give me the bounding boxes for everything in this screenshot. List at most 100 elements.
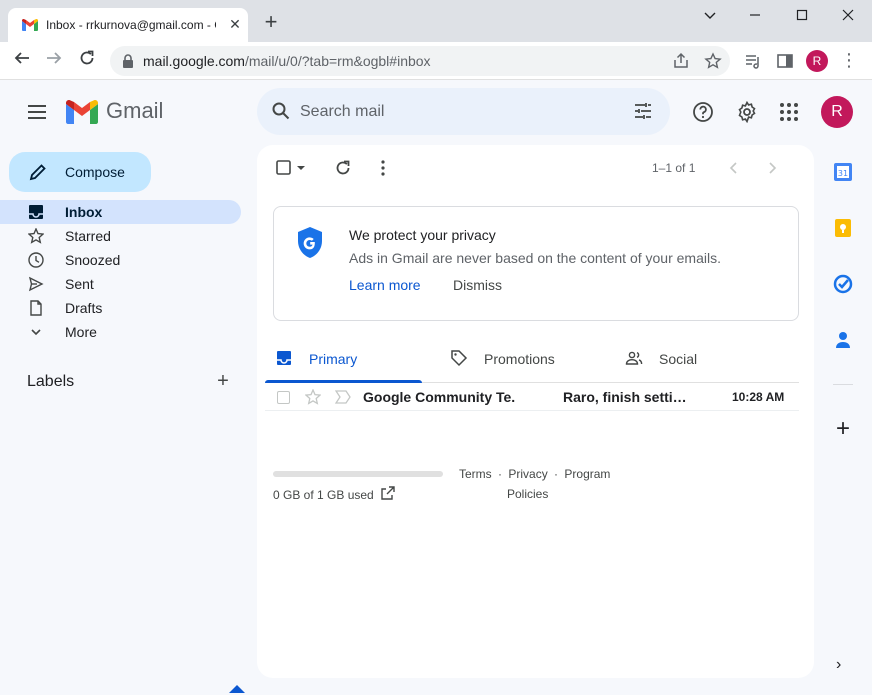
rail-divider (833, 384, 853, 385)
keep-icon[interactable] (833, 218, 853, 238)
url-text[interactable]: mail.google.com/mail/u/0/?tab=rm&ogbl#in… (143, 53, 431, 69)
footer-links: Terms · Privacy · Program (459, 467, 613, 481)
tasks-icon[interactable] (833, 274, 853, 294)
privacy-notice-card: We protect your privacy Ads in Gmail are… (273, 206, 799, 321)
sidebar-item-label: More (65, 324, 97, 340)
table-row[interactable]: Google Community Te. Raro, finish setti…… (265, 383, 799, 411)
star-icon[interactable] (305, 389, 321, 405)
bookmark-star-icon[interactable] (704, 52, 722, 70)
reading-list-icon[interactable] (744, 52, 762, 70)
storage-usage-bar (273, 471, 443, 477)
draft-icon (30, 300, 42, 316)
gmail-wordmark[interactable]: Gmail (106, 98, 163, 124)
open-external-icon[interactable] (381, 486, 395, 500)
sidebar-item-snoozed[interactable]: Snoozed (0, 248, 241, 272)
settings-gear-icon[interactable] (736, 101, 758, 123)
share-icon[interactable] (672, 52, 690, 70)
refresh-icon[interactable] (333, 158, 353, 178)
next-page-icon[interactable] (762, 158, 782, 178)
sidebar-item-label: Inbox (65, 204, 103, 220)
compose-button[interactable]: Compose (9, 152, 151, 192)
program-policies-link[interactable]: Program (564, 467, 610, 481)
scroll-marker-icon (229, 685, 245, 693)
privacy-title: We protect your privacy (349, 227, 496, 243)
select-all-checkbox[interactable] (275, 158, 295, 178)
browser-tab[interactable]: Inbox - rrkurnova@gmail.com - G ✕ (8, 8, 248, 42)
search-input[interactable] (300, 101, 600, 123)
maximize-icon[interactable] (787, 8, 817, 28)
sidebar-item-label: Sent (65, 276, 94, 292)
star-icon (28, 228, 44, 244)
browser-menu-icon[interactable]: ⋮ (840, 50, 858, 72)
tab-title: Inbox - rrkurnova@gmail.com - G (46, 18, 216, 32)
program-policies-link-continued[interactable]: Policies (507, 487, 548, 501)
sidebar-item-more[interactable]: More (0, 320, 241, 344)
get-addons-button[interactable]: + (833, 417, 853, 441)
back-icon[interactable] (10, 49, 34, 73)
tab-close-icon[interactable]: ✕ (226, 15, 244, 33)
help-icon[interactable] (692, 101, 714, 123)
tab-label: Primary (309, 351, 358, 367)
sidebar-item-sent[interactable]: Sent (0, 272, 241, 296)
create-label-button[interactable]: + (214, 371, 232, 391)
sidebar-item-inbox[interactable]: Inbox (0, 200, 241, 224)
address-bar[interactable]: mail.google.com/mail/u/0/?tab=rm&ogbl#in… (110, 46, 730, 76)
tab-promotions[interactable]: Promotions (440, 345, 597, 383)
tag-icon (451, 350, 468, 367)
reload-icon[interactable] (75, 49, 99, 73)
minimize-icon[interactable] (740, 8, 770, 28)
clock-icon (28, 252, 44, 268)
gmail-logo-icon[interactable] (66, 100, 98, 124)
row-time: 10:28 AM (732, 390, 785, 404)
row-checkbox[interactable] (277, 391, 290, 404)
previous-page-icon[interactable] (724, 158, 744, 178)
search-options-icon[interactable] (633, 101, 653, 121)
browser-tab-strip: Inbox - rrkurnova@gmail.com - G ✕ + (0, 0, 872, 42)
compose-label: Compose (65, 164, 125, 180)
storage-usage-text: 0 GB of 1 GB used (273, 488, 374, 502)
contacts-icon[interactable] (833, 330, 853, 350)
gmail-favicon-icon (22, 19, 38, 31)
account-avatar[interactable]: R (821, 96, 853, 128)
side-panel-icon[interactable] (776, 52, 794, 70)
more-options-icon[interactable] (373, 158, 393, 178)
sidebar-item-drafts[interactable]: Drafts (0, 296, 241, 320)
google-shield-icon (298, 227, 322, 258)
chevron-down-icon (31, 329, 41, 336)
importance-marker-icon[interactable] (335, 390, 351, 404)
tab-label: Social (659, 351, 698, 367)
inbox-panel: 1–1 of 1 We protect your privacy Ads in … (257, 145, 814, 678)
search-bar[interactable] (257, 88, 670, 135)
people-icon (625, 351, 643, 365)
sidebar-item-label: Snoozed (65, 252, 121, 268)
tab-search-icon[interactable] (695, 8, 725, 28)
apps-grid-icon[interactable] (778, 101, 800, 123)
pencil-icon (29, 164, 46, 181)
footer-separator: · (554, 467, 559, 481)
profile-avatar[interactable]: R (806, 50, 828, 72)
tab-primary[interactable]: Primary (265, 345, 422, 383)
calendar-icon[interactable]: 31 (833, 162, 853, 182)
row-sender: Google Community Te. (363, 389, 516, 405)
sidebar-item-label: Drafts (65, 300, 103, 316)
forward-icon[interactable] (42, 49, 66, 73)
lock-icon[interactable] (122, 54, 134, 68)
window-close-icon[interactable] (833, 8, 863, 28)
labels-heading: Labels (27, 373, 75, 390)
privacy-body: Ads in Gmail are never based on the cont… (349, 250, 721, 266)
send-icon (28, 276, 44, 292)
main-menu-icon[interactable] (26, 101, 48, 123)
tab-social[interactable]: Social (615, 345, 772, 383)
inbox-tab-icon (277, 351, 291, 365)
search-icon[interactable] (271, 101, 291, 121)
sidebar-item-starred[interactable]: Starred (0, 224, 241, 248)
show-side-panel-icon[interactable]: › (836, 656, 850, 674)
select-dropdown-icon[interactable] (295, 158, 307, 178)
row-subject: Raro, finish setti… (563, 389, 687, 405)
dismiss-button[interactable]: Dismiss (453, 277, 502, 293)
learn-more-link[interactable]: Learn more (349, 277, 421, 293)
terms-link[interactable]: Terms (459, 467, 492, 481)
new-tab-button[interactable]: + (260, 11, 282, 34)
privacy-link[interactable]: Privacy (508, 467, 547, 481)
svg-text:31: 31 (838, 169, 848, 178)
